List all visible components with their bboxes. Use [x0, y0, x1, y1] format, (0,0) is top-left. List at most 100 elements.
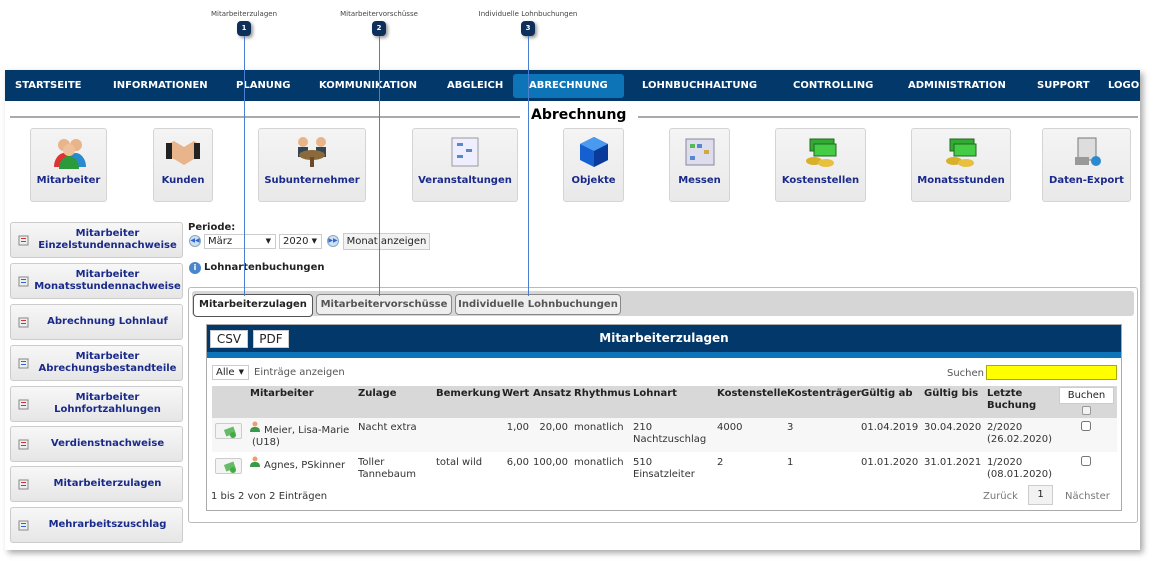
tile-monatsstunden[interactable]: Monatsstunden	[911, 128, 1011, 202]
cell-zulage: Nacht extra	[358, 422, 417, 433]
pagination-page-1[interactable]: 1	[1028, 485, 1053, 505]
column-header[interactable]: Gültig bis	[924, 388, 978, 400]
cell-rhythmus: monatlich	[574, 422, 624, 433]
nav-item-controlling[interactable]: CONTROLLING	[793, 70, 873, 101]
nav-item-administration[interactable]: ADMINISTRATION	[908, 70, 1006, 101]
entries-label: Einträge anzeigen	[254, 367, 345, 378]
pagination-prev[interactable]: Zurück	[983, 491, 1018, 502]
report-icon	[18, 317, 29, 328]
nav-item-lohnbuchhaltung[interactable]: LOHNBUCHHALTUNG	[642, 70, 757, 101]
cell-kostentraeger: 3	[787, 422, 794, 433]
previous-month-icon[interactable]: ◀◀	[189, 235, 201, 247]
annotation-line	[244, 36, 245, 296]
nav-item-abrechnung[interactable]: ABRECHNUNG	[513, 74, 624, 98]
sidebar-item[interactable]: Mehrarbeitszuschlag	[10, 507, 183, 543]
cell-gueltig-bis: 31.01.2021	[924, 457, 982, 468]
length-value: Alle	[216, 367, 235, 378]
sidebar-item[interactable]: Verdienstnachweise	[10, 426, 183, 462]
handshake-icon	[166, 141, 200, 165]
nav-item-support[interactable]: SUPPORT	[1037, 70, 1090, 101]
report-icon	[18, 479, 29, 490]
sidebar-item[interactable]: Mitarbeiter Lohnfortzahlungen	[10, 386, 183, 422]
cell-lohnart: 510 Einsatzleiter	[633, 457, 695, 480]
sidebar-item-label: Mitarbeiter Monatsstundennachweise	[34, 269, 181, 292]
period-label: Periode:	[188, 222, 236, 233]
column-header[interactable]: Letzte Buchung	[987, 388, 1037, 412]
select-all-checkbox[interactable]	[1082, 406, 1091, 415]
page-title: Abrechnung	[531, 107, 627, 123]
cell-wert: 1,00	[506, 422, 529, 433]
tile-objekte[interactable]: Objekte	[563, 128, 624, 202]
next-month-icon[interactable]: ▶▶	[327, 235, 339, 247]
entries-length-select[interactable]: Alle ▼	[212, 365, 249, 380]
sidebar-item-label: Mehrarbeitszuschlag	[48, 519, 167, 530]
cell-letzte-buchung: 2/2020 (26.02.2020)	[987, 422, 1053, 445]
row-action-button[interactable]	[215, 423, 242, 439]
tile-label: Mitarbeiter	[36, 175, 101, 186]
annotation-line	[528, 36, 529, 296]
column-header[interactable]: Wert	[502, 388, 529, 400]
tile-veranstaltungen[interactable]: Veranstaltungen	[412, 128, 518, 202]
search-input[interactable]	[986, 365, 1117, 380]
tile-label: Objekte	[571, 175, 616, 186]
sidebar-item[interactable]: Mitarbeiter Einzelstundennachweise	[10, 222, 183, 258]
main-nav: STARTSEITE INFORMATIONEN PLANUNG KOMMUNIKAT…	[5, 70, 1140, 101]
sidebar-item-label: Mitarbeiterzulagen	[53, 478, 162, 489]
row-action-button[interactable]	[215, 458, 242, 474]
tab-mitarbeiterzulagen[interactable]: Mitarbeiterzulagen	[193, 294, 313, 317]
nav-item-kommunikation[interactable]: KOMMUNIKATION	[319, 70, 417, 101]
column-header[interactable]: Mitarbeiter	[250, 388, 314, 400]
year-select[interactable]: 2020 ▼	[279, 234, 322, 249]
tab-individuelle-lohnbuchungen[interactable]: Individuelle Lohnbuchungen	[455, 294, 621, 315]
chevron-down-icon: ▼	[238, 368, 244, 376]
nav-item-logout[interactable]: LOGOUT	[1108, 70, 1140, 101]
row-checkbox[interactable]	[1081, 456, 1091, 466]
nav-item-startseite[interactable]: STARTSEITE	[15, 70, 81, 101]
money-coins-icon	[805, 138, 836, 167]
annotation-marker: 3	[521, 21, 535, 36]
annotation-line	[379, 36, 380, 296]
table-info: 1 bis 2 von 2 Einträgen	[211, 491, 328, 502]
column-header[interactable]: Kostenstelle	[717, 388, 787, 400]
column-header[interactable]: Zulage	[358, 388, 397, 400]
sidebar-item[interactable]: Abrechnung Lohnlauf	[10, 304, 183, 340]
annotation-label: Mitarbeitervorschüsse	[340, 10, 418, 18]
column-header[interactable]: Bemerkung	[436, 388, 501, 400]
column-header[interactable]: Ansatz	[533, 388, 571, 400]
sidebar-item-label: Mitarbeiter Einzelstundennachweise	[38, 228, 177, 251]
tab-mitarbeitervorschuesse[interactable]: Mitarbeitervorschüsse	[316, 294, 452, 315]
cell-ansatz: 20,00	[539, 422, 568, 433]
book-button[interactable]: Buchen	[1059, 387, 1114, 404]
column-header[interactable]: Gültig ab	[861, 388, 913, 400]
column-header[interactable]: Rhythmus	[574, 388, 631, 400]
sidebar-item[interactable]: Mitarbeiterzulagen	[10, 466, 183, 502]
section-title: Lohnartenbuchungen	[204, 262, 325, 273]
nav-item-abgleich[interactable]: ABGLEICH	[447, 70, 503, 101]
cell-letzte-buchung: 1/2020 (08.01.2020)	[987, 457, 1053, 480]
month-select[interactable]: März ▼	[204, 234, 276, 249]
tile-kostenstellen[interactable]: Kostenstellen	[775, 128, 866, 202]
tile-mitarbeiter[interactable]: Mitarbeiter	[30, 128, 107, 202]
tile-kunden[interactable]: Kunden	[153, 128, 213, 202]
nav-item-informationen[interactable]: INFORMATIONEN	[113, 70, 208, 101]
column-header[interactable]: Lohnart	[633, 388, 677, 400]
annotation-label: Mitarbeiterzulagen	[210, 10, 278, 18]
tile-messen[interactable]: Messen	[669, 128, 730, 202]
pagination-next[interactable]: Nächster	[1065, 491, 1110, 502]
table-box: CSV PDF Mitarbeiterzulagen Alle ▼ Einträg…	[206, 324, 1122, 511]
tab-panel: Mitarbeiterzulagen Mitarbeitervorschüsse…	[188, 287, 1138, 523]
sidebar-item[interactable]: Mitarbeiter Abrechungsbestandteile	[10, 345, 183, 381]
sidebar-item[interactable]: Mitarbeiter Monatsstundennachweise	[10, 263, 183, 299]
cell-kostenstelle: 2	[717, 457, 724, 468]
tile-daten-export[interactable]: Daten-Export	[1042, 128, 1131, 202]
tile-subunternehmer[interactable]: Subunternehmer	[258, 128, 366, 202]
show-month-button[interactable]: Monat anzeigen	[343, 233, 430, 250]
info-icon: i	[189, 262, 201, 274]
chevron-down-icon: ▼	[265, 237, 271, 245]
tile-label: Daten-Export	[1049, 175, 1124, 186]
cube-icon	[579, 137, 608, 167]
column-header[interactable]: Kostenträger	[787, 388, 861, 400]
row-checkbox[interactable]	[1081, 421, 1091, 431]
report-icon	[18, 276, 29, 287]
divider	[638, 116, 1138, 118]
